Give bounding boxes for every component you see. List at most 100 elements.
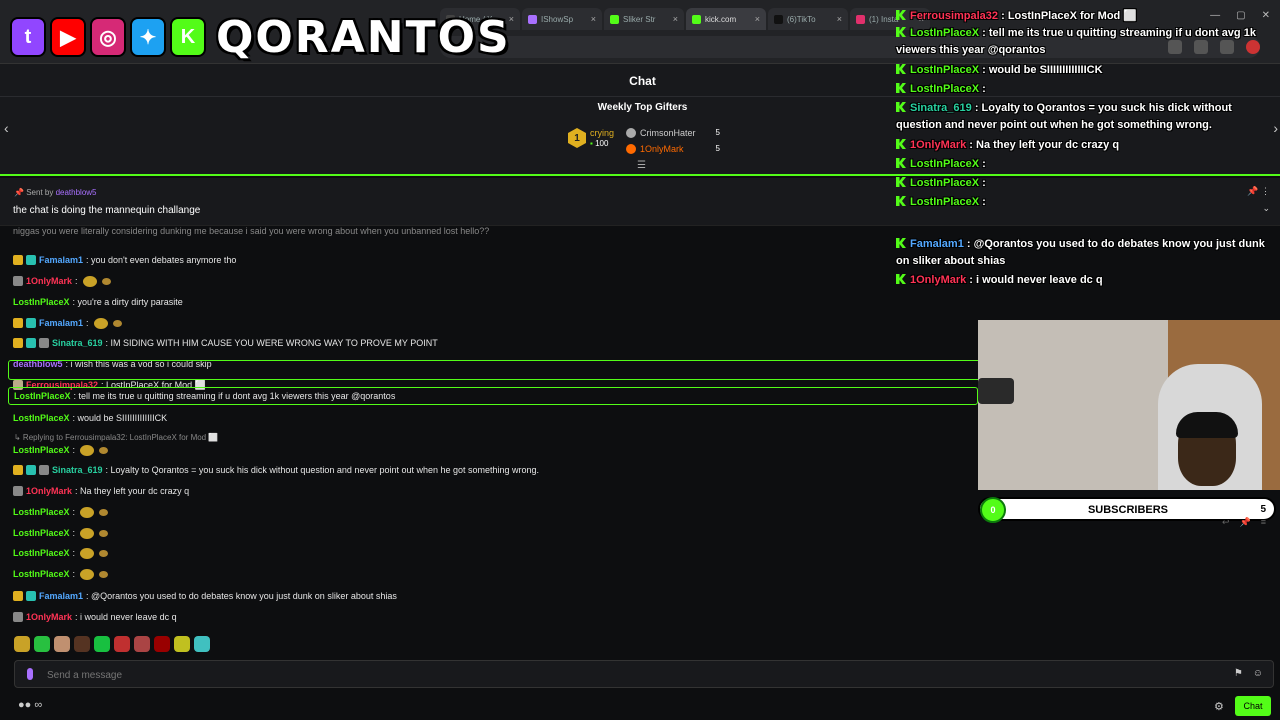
chat-text: : Na they left your dc crazy q (75, 486, 190, 496)
reply-icon[interactable]: ↩ (1222, 517, 1230, 528)
chat-username[interactable]: 1OnlyMark (26, 276, 72, 286)
emote-icon[interactable] (154, 636, 170, 652)
emote-icon[interactable]: ⚑ (1234, 668, 1243, 679)
chat-message: LostInPlaceX: (8, 564, 109, 584)
emote-icon[interactable] (14, 636, 30, 652)
chat-input-box: ⚑ ☺ (14, 660, 1274, 688)
chat-username[interactable]: LostInPlaceX (13, 548, 70, 558)
emote-icon (80, 444, 95, 456)
browser-tab[interactable]: (6)TikTo × (768, 8, 848, 30)
menu-icon[interactable]: ≡ (1261, 517, 1266, 528)
emote-icon[interactable] (94, 636, 110, 652)
chat-text: : (86, 318, 89, 328)
chat-message: LostInPlaceX: tell me its true u quittin… (8, 387, 978, 405)
gifter-name: CrimsonHater (640, 128, 696, 138)
chat-username[interactable]: LostInPlaceX (13, 569, 70, 579)
tab-favicon-icon (528, 14, 537, 24)
chat-input[interactable] (47, 667, 1147, 683)
points-icon[interactable]: ●● ∞ (18, 699, 42, 711)
emote-icon (99, 508, 109, 516)
browser-tab[interactable]: kick.com × (686, 8, 766, 30)
chat-message: Famalam1: you don't even debates anymore… (8, 250, 236, 270)
overlay-chat-line: LostInPlaceX : tell me its true u quitti… (896, 25, 1276, 59)
user-badge-icon (26, 255, 36, 265)
overlay-text: : (979, 158, 986, 170)
emote-icon[interactable] (174, 636, 190, 652)
gifter-row[interactable]: 1OnlyMark 5 (626, 141, 720, 157)
user-badge-icon (26, 318, 36, 328)
chat-message: LostInPlaceX: would be SIIIIIIIIIIIIICK (8, 408, 167, 428)
chat-text: : i would never leave dc q (75, 612, 177, 622)
gifter-list: CrimsonHater 5 1OnlyMark 5 (626, 125, 720, 157)
pinned-sender-name[interactable]: deathblow5 (56, 188, 97, 197)
user-badge-icon (39, 465, 49, 475)
chat-message: LostInPlaceX: (8, 502, 109, 522)
mic-icon[interactable] (27, 668, 33, 680)
tab-label: (1) Insta (869, 14, 899, 24)
user-badge-icon (13, 591, 23, 601)
overlay-username: 1OnlyMark (910, 274, 967, 286)
user-badge-icon (13, 612, 23, 622)
emote-icon (80, 506, 95, 518)
pin-icon[interactable]: 📌 (1240, 517, 1251, 528)
emote-icon[interactable] (194, 636, 210, 652)
chat-username[interactable]: LostInPlaceX (13, 297, 70, 307)
webcam-wall (978, 320, 1168, 490)
chat-username[interactable]: LostInPlaceX (14, 391, 71, 401)
emote-icon[interactable] (34, 636, 50, 652)
gifter-row[interactable]: CrimsonHater 5 (626, 125, 720, 141)
close-icon[interactable]: × (837, 14, 842, 24)
chat-username[interactable]: Famalam1 (39, 318, 83, 328)
smiley-icon[interactable]: ☺ (1253, 668, 1263, 679)
chat-username[interactable]: Famalam1 (39, 591, 83, 601)
youtube-icon: ▶ (50, 17, 86, 57)
kick-icon (896, 238, 906, 248)
emote-icon[interactable] (74, 636, 90, 652)
top-gifter[interactable]: 1 crying ▪ 100 (568, 128, 614, 148)
emote-icon[interactable] (114, 636, 130, 652)
gifter-count: 5 (715, 144, 720, 153)
emote-icon[interactable] (134, 636, 150, 652)
chat-username[interactable]: Sinatra_619 (52, 338, 103, 348)
chat-message: Sinatra_619: IM SIDING WITH HIM CAUSE YO… (8, 333, 438, 353)
overlay-text: : i would never leave dc q (966, 274, 1103, 286)
user-badge-icon (26, 591, 36, 601)
overlay-text: : (979, 83, 986, 95)
close-icon[interactable]: × (673, 14, 678, 24)
gifter-count: 5 (715, 128, 720, 137)
gifter-badge-icon (626, 144, 636, 154)
kick-icon (896, 27, 906, 37)
twitter-icon: ✦ (130, 17, 166, 57)
logo-text: QORANTOS (216, 11, 511, 63)
chat-username[interactable]: LostInPlaceX (13, 528, 70, 538)
gear-icon[interactable]: ⚙ (1214, 700, 1224, 713)
chat-text: : (75, 276, 78, 286)
send-chat-button[interactable]: Chat (1235, 696, 1271, 716)
close-icon[interactable]: × (755, 14, 760, 24)
overlay-username: Sinatra_619 (910, 102, 972, 114)
browser-tab[interactable]: Sliker Str × (604, 8, 684, 30)
chat-username[interactable]: 1OnlyMark (26, 612, 72, 622)
overlay-chat-line: LostInPlaceX : would be SIIIIIIIIIIIIICK (896, 62, 1276, 79)
chevron-left-icon[interactable]: ‹ (4, 120, 9, 136)
kick-icon (896, 158, 906, 168)
kick-icon (896, 83, 906, 93)
overlay-chat-line: LostInPlaceX : (896, 194, 1276, 211)
emote-icon[interactable] (54, 636, 70, 652)
chat-message: LostInPlaceX: you're a dirty dirty paras… (8, 292, 183, 312)
chat-username[interactable]: Famalam1 (39, 255, 83, 265)
close-icon[interactable]: × (591, 14, 596, 24)
chat-username[interactable]: 1OnlyMark (26, 486, 72, 496)
overlay-text: : (979, 196, 986, 208)
emote-icon (112, 319, 122, 327)
truncated-message: niggas you were literally considering du… (13, 226, 490, 236)
chat-username[interactable]: LostInPlaceX (13, 413, 70, 423)
chat-username[interactable]: LostInPlaceX (13, 445, 70, 455)
chat-username[interactable]: LostInPlaceX (13, 507, 70, 517)
emote-icon (93, 317, 108, 329)
twitch-icon: t (10, 17, 46, 57)
chat-username[interactable]: Sinatra_619 (52, 465, 103, 475)
collapse-icon[interactable]: ☰ (637, 160, 646, 171)
overlay-username: LostInPlaceX (910, 64, 980, 76)
browser-tab[interactable]: IShowSp × (522, 8, 602, 30)
